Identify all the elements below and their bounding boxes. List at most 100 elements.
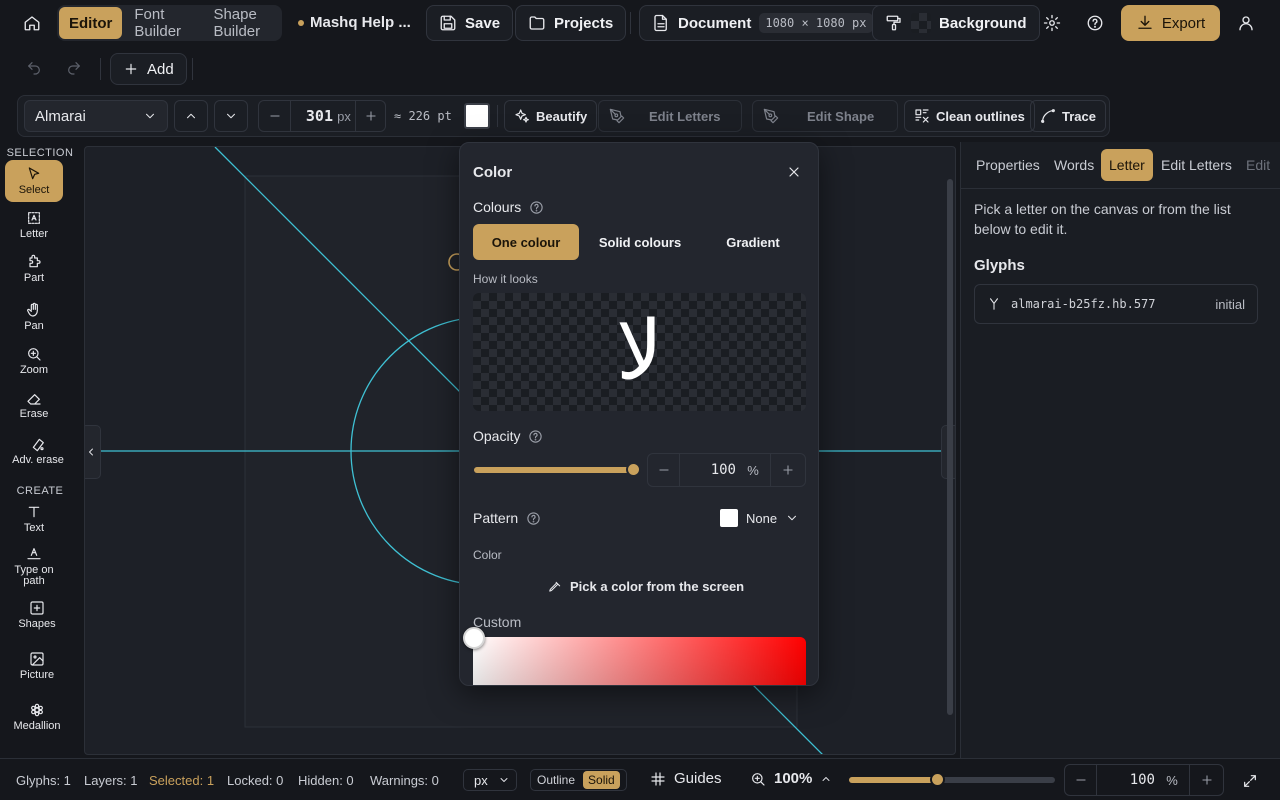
minus-icon <box>658 469 669 471</box>
tool-shapes[interactable]: Shapes <box>8 600 66 630</box>
account-button[interactable] <box>1228 5 1264 41</box>
minus-icon <box>269 115 280 117</box>
chevron-up-icon <box>186 113 196 119</box>
size-minus-button[interactable] <box>259 101 291 131</box>
unit-select[interactable]: px <box>463 769 517 791</box>
tab-letter[interactable]: Letter <box>1101 149 1153 181</box>
edit-letters-button[interactable]: Edit Letters <box>598 100 742 132</box>
size-input[interactable]: 301 <box>291 107 333 125</box>
pattern-select[interactable]: None <box>720 509 799 527</box>
glyph-list-item[interactable]: almarai-b25fz.hb.577 initial <box>974 284 1258 324</box>
help-button[interactable] <box>1077 5 1113 41</box>
pattern-header: Pattern <box>473 510 541 526</box>
opacity-input[interactable]: 100 <box>680 462 736 478</box>
status-layers: Layers: 1 <box>84 773 138 788</box>
tab-words[interactable]: Words <box>1046 149 1102 181</box>
tool-medallion[interactable]: Medallion <box>8 702 66 732</box>
tool-select[interactable]: Select <box>5 160 63 202</box>
tool-text[interactable]: Text <box>5 504 63 534</box>
eyedropper-icon <box>549 581 561 592</box>
add-button[interactable]: Add <box>110 53 187 85</box>
tool-pan[interactable]: Pan <box>5 302 63 332</box>
color-picker-handle[interactable] <box>463 627 485 649</box>
tool-erase[interactable]: Erase <box>5 390 63 420</box>
fill-color-swatch[interactable] <box>464 103 490 129</box>
tool-letter[interactable]: Letter <box>5 210 63 240</box>
opacity-minus-button[interactable] <box>648 454 680 486</box>
opacity-plus-button[interactable] <box>770 454 804 486</box>
project-title[interactable]: Mashq Help ... <box>298 14 411 31</box>
redo-icon <box>68 62 80 75</box>
export-button[interactable]: Export <box>1121 5 1220 41</box>
status-hidden: Hidden: 0 <box>298 773 354 788</box>
saturation-value-picker[interactable] <box>473 637 806 685</box>
opacity-slider[interactable] <box>474 462 641 477</box>
canvas-scrollbar[interactable] <box>947 179 953 715</box>
eyedropper-button[interactable]: Pick a color from the screen <box>548 579 744 594</box>
tool-adv-erase[interactable]: Adv. erase <box>8 436 68 466</box>
divider <box>630 12 631 34</box>
help-icon[interactable] <box>528 429 543 444</box>
font-select[interactable]: Almarai <box>24 100 168 132</box>
tab-properties[interactable]: Properties <box>968 149 1048 181</box>
background-button[interactable]: Background <box>872 5 1040 41</box>
tab-shape-builder[interactable]: Shape Builder <box>203 6 280 40</box>
tool-zoom[interactable]: Zoom <box>5 346 63 376</box>
home-icon <box>24 16 40 31</box>
tool-part[interactable]: Part <box>5 254 63 284</box>
close-button[interactable] <box>782 160 806 184</box>
gear-icon <box>1043 14 1061 32</box>
help-icon[interactable] <box>526 511 541 526</box>
settings-button[interactable] <box>1034 5 1070 41</box>
beautify-button[interactable]: Beautify <box>504 100 598 132</box>
fullscreen-button[interactable] <box>1238 769 1262 793</box>
opacity-stepper: 100 % <box>647 453 806 487</box>
redo-button[interactable] <box>60 54 88 82</box>
tool-picture[interactable]: Picture <box>8 651 66 681</box>
document-button[interactable]: Document 1080 × 1080 px <box>639 5 886 41</box>
save-icon <box>440 15 456 31</box>
mode-gradient[interactable]: Gradient <box>700 224 806 260</box>
trace-button[interactable]: Trace <box>1030 100 1106 132</box>
minus-icon <box>1075 779 1086 781</box>
document-icon <box>654 14 667 32</box>
tab-edit-letters[interactable]: Edit Letters <box>1153 149 1240 181</box>
undo-button[interactable] <box>20 54 48 82</box>
size-decrease-button[interactable] <box>214 100 248 132</box>
tool-type-on-path[interactable]: Type on path <box>5 546 63 587</box>
advanced-eraser-icon <box>32 438 44 452</box>
save-button[interactable]: Save <box>426 5 514 41</box>
zoom-in-icon <box>752 772 765 786</box>
zoom-slider[interactable] <box>849 772 1055 787</box>
tab-edit[interactable]: Edit <box>1238 149 1278 181</box>
size-increase-button[interactable] <box>174 100 208 132</box>
opacity-unit: % <box>747 462 759 478</box>
view-solid[interactable]: Solid <box>583 771 620 789</box>
chevron-down-icon <box>500 778 508 782</box>
edit-shape-button[interactable]: Edit Shape <box>752 100 898 132</box>
mode-one-colour[interactable]: One colour <box>473 224 579 260</box>
guides-toggle[interactable]: Guides <box>650 770 722 787</box>
help-icon[interactable] <box>529 200 544 215</box>
tab-font-builder[interactable]: Font Builder <box>124 6 201 40</box>
chevron-down-icon <box>226 113 236 119</box>
view-outline[interactable]: Outline <box>533 773 579 787</box>
zoom-menu[interactable]: 100% <box>750 770 832 787</box>
clean-outlines-button[interactable]: Clean outlines <box>904 100 1035 132</box>
zoom-minus-button[interactable] <box>1065 765 1097 795</box>
size-plus-button[interactable] <box>355 101 385 131</box>
zoom-plus-button[interactable] <box>1189 765 1223 795</box>
collapse-left-panel-button[interactable] <box>85 425 101 479</box>
preview-glyph: لا <box>616 304 663 399</box>
letter-select-icon <box>28 212 40 224</box>
projects-button[interactable]: Projects <box>515 5 627 41</box>
tab-editor[interactable]: Editor <box>59 7 123 39</box>
status-warnings: Warnings: 0 <box>370 773 439 788</box>
home-button[interactable] <box>14 5 50 41</box>
zoom-slider-thumb[interactable] <box>930 772 945 787</box>
zoom-input[interactable]: 100 <box>1097 772 1155 788</box>
chevron-down-icon <box>145 113 155 119</box>
opacity-slider-thumb[interactable] <box>626 462 641 477</box>
mode-solid-colours[interactable]: Solid colours <box>587 224 693 260</box>
paint-roller-icon <box>886 15 901 31</box>
